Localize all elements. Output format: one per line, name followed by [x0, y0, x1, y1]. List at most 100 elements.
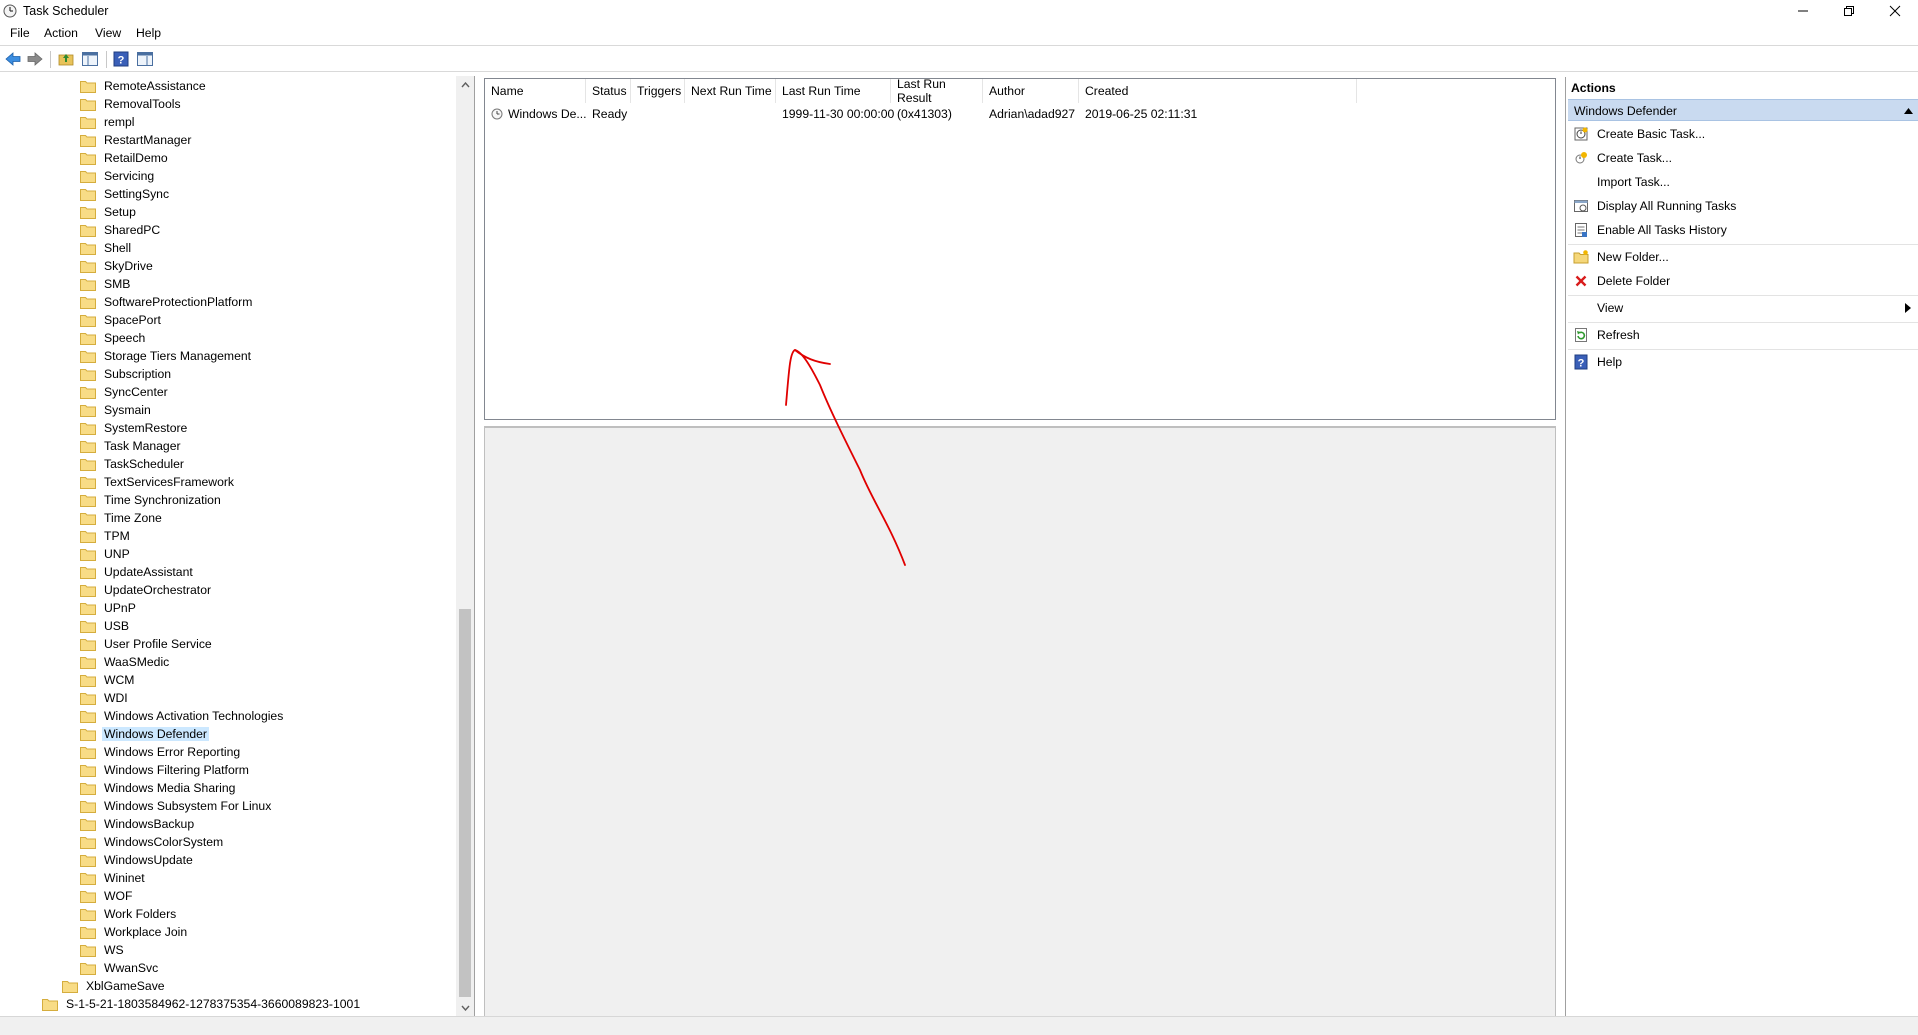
- folder-icon: [80, 674, 96, 687]
- tree-item[interactable]: Task Manager: [80, 437, 183, 455]
- tree-item-label: SystemRestore: [104, 421, 188, 435]
- tree-item[interactable]: Time Zone: [80, 509, 164, 527]
- action-create-basic-task[interactable]: Create Basic Task...: [1568, 123, 1918, 145]
- tree-item[interactable]: Windows Defender: [80, 725, 209, 743]
- tree-scrollbar[interactable]: [456, 76, 474, 1016]
- column-header-status[interactable]: Status: [586, 79, 631, 103]
- close-button[interactable]: [1872, 0, 1918, 22]
- tree-item[interactable]: Servicing: [80, 167, 156, 185]
- tree-item[interactable]: WOF: [80, 887, 134, 905]
- menu-action[interactable]: Action: [44, 26, 78, 40]
- tree-item[interactable]: RemoteAssistance: [80, 77, 208, 95]
- tree-item[interactable]: WCM: [80, 671, 136, 689]
- folder-icon: [80, 170, 96, 183]
- scroll-down-button[interactable]: [456, 999, 474, 1016]
- tree-item[interactable]: Windows Activation Technologies: [80, 707, 285, 725]
- tree-item[interactable]: UPnP: [80, 599, 138, 617]
- folder-icon: [80, 746, 96, 759]
- actions-section-header[interactable]: Windows Defender: [1568, 99, 1918, 121]
- tree-item[interactable]: WindowsUpdate: [80, 851, 195, 869]
- tree-item[interactable]: RetailDemo: [80, 149, 170, 167]
- tree-item[interactable]: TPM: [80, 527, 132, 545]
- tree-item[interactable]: TaskScheduler: [80, 455, 186, 473]
- tree-item[interactable]: Work Folders: [80, 905, 178, 923]
- tree-item[interactable]: WDI: [80, 689, 130, 707]
- column-header-author[interactable]: Author: [983, 79, 1079, 103]
- tree-item[interactable]: Shell: [80, 239, 133, 257]
- tree-item[interactable]: UpdateAssistant: [80, 563, 195, 581]
- action-create-task[interactable]: Create Task...: [1568, 147, 1918, 169]
- tree-item[interactable]: User Profile Service: [80, 635, 214, 653]
- tree-item[interactable]: RemovalTools: [80, 95, 183, 113]
- action-delete-folder[interactable]: Delete Folder: [1568, 270, 1918, 292]
- tree-item[interactable]: rempl: [80, 113, 136, 131]
- column-header-next-run-time[interactable]: Next Run Time: [685, 79, 776, 103]
- tree-item[interactable]: Windows Subsystem For Linux: [80, 797, 273, 815]
- tree-item[interactable]: Setup: [80, 203, 138, 221]
- action-help[interactable]: ? Help: [1568, 351, 1918, 373]
- scroll-thumb[interactable]: [459, 609, 471, 997]
- tree-item[interactable]: S-1-5-21-1803584962-1278375354-366008982…: [42, 995, 362, 1013]
- action-enable-tasks-history[interactable]: Enable All Tasks History: [1568, 219, 1918, 241]
- tree-item[interactable]: Storage Tiers Management: [80, 347, 253, 365]
- tree-item[interactable]: Time Synchronization: [80, 491, 223, 509]
- folder-icon: [80, 962, 96, 975]
- tree-item[interactable]: UpdateOrchestrator: [80, 581, 213, 599]
- column-header-last-run-result[interactable]: Last Run Result: [891, 77, 983, 105]
- tree-item[interactable]: Subscription: [80, 365, 173, 383]
- folder-icon: [80, 602, 96, 615]
- column-header-last-run-time[interactable]: Last Run Time: [776, 79, 891, 103]
- tree-item[interactable]: RestartManager: [80, 131, 193, 149]
- column-header-created[interactable]: Created: [1079, 79, 1357, 103]
- tree-item[interactable]: SystemRestore: [80, 419, 189, 437]
- column-header-name[interactable]: Name: [485, 79, 586, 103]
- tree-item[interactable]: Speech: [80, 329, 147, 347]
- collapse-arrow-icon[interactable]: [1904, 108, 1913, 114]
- tree-item[interactable]: Windows Media Sharing: [80, 779, 237, 797]
- tree-item-label: UpdateOrchestrator: [104, 583, 212, 597]
- tree-item[interactable]: TextServicesFramework: [80, 473, 236, 491]
- action-refresh[interactable]: Refresh: [1568, 324, 1918, 346]
- menu-file[interactable]: File: [10, 26, 30, 40]
- column-header-triggers[interactable]: Triggers: [631, 79, 685, 103]
- folder-icon: [80, 332, 96, 345]
- tree-item[interactable]: SharedPC: [80, 221, 162, 239]
- tree-item[interactable]: Wininet: [80, 869, 147, 887]
- up-folder-icon[interactable]: [57, 50, 75, 68]
- console-tree[interactable]: RemoteAssistance RemovalTools rempl Restart…: [0, 76, 475, 1016]
- minimize-button[interactable]: [1780, 0, 1826, 22]
- tree-item-label: WindowsUpdate: [104, 853, 193, 867]
- tree-item[interactable]: SoftwareProtectionPlatform: [80, 293, 254, 311]
- tree-item[interactable]: Workplace Join: [80, 923, 189, 941]
- action-import-task[interactable]: Import Task...: [1568, 171, 1918, 193]
- forward-arrow-icon[interactable]: [26, 50, 44, 68]
- show-hide-console-tree-icon[interactable]: [81, 50, 99, 68]
- tree-item[interactable]: UNP: [80, 545, 132, 563]
- tree-item[interactable]: WindowsColorSystem: [80, 833, 225, 851]
- tree-item[interactable]: USB: [80, 617, 131, 635]
- tree-item[interactable]: SettingSync: [80, 185, 171, 203]
- back-arrow-icon[interactable]: [4, 50, 22, 68]
- menu-help[interactable]: Help: [136, 26, 161, 40]
- tree-item[interactable]: WindowsBackup: [80, 815, 196, 833]
- action-display-running-tasks[interactable]: Display All Running Tasks: [1568, 195, 1918, 217]
- tree-item[interactable]: SMB: [80, 275, 132, 293]
- restore-button[interactable]: [1826, 0, 1872, 22]
- tree-item[interactable]: Windows Filtering Platform: [80, 761, 251, 779]
- tree-item[interactable]: Windows Error Reporting: [80, 743, 242, 761]
- show-hide-action-pane-icon[interactable]: [136, 50, 154, 68]
- tree-item[interactable]: SyncCenter: [80, 383, 170, 401]
- task-list[interactable]: Name Status Triggers Next Run Time Last …: [484, 77, 1556, 420]
- tree-item[interactable]: WwanSvc: [80, 959, 160, 977]
- action-new-folder[interactable]: New Folder...: [1568, 246, 1918, 268]
- menu-view[interactable]: View: [95, 26, 121, 40]
- tree-item[interactable]: SpacePort: [80, 311, 163, 329]
- scroll-up-button[interactable]: [456, 76, 474, 93]
- action-view-submenu[interactable]: View: [1568, 297, 1918, 319]
- tree-item[interactable]: SkyDrive: [80, 257, 155, 275]
- tree-item[interactable]: WS: [80, 941, 126, 959]
- help-icon[interactable]: ?: [112, 50, 130, 68]
- tree-item[interactable]: Sysmain: [80, 401, 153, 419]
- tree-item[interactable]: XblGameSave: [62, 977, 167, 995]
- tree-item[interactable]: WaaSMedic: [80, 653, 171, 671]
